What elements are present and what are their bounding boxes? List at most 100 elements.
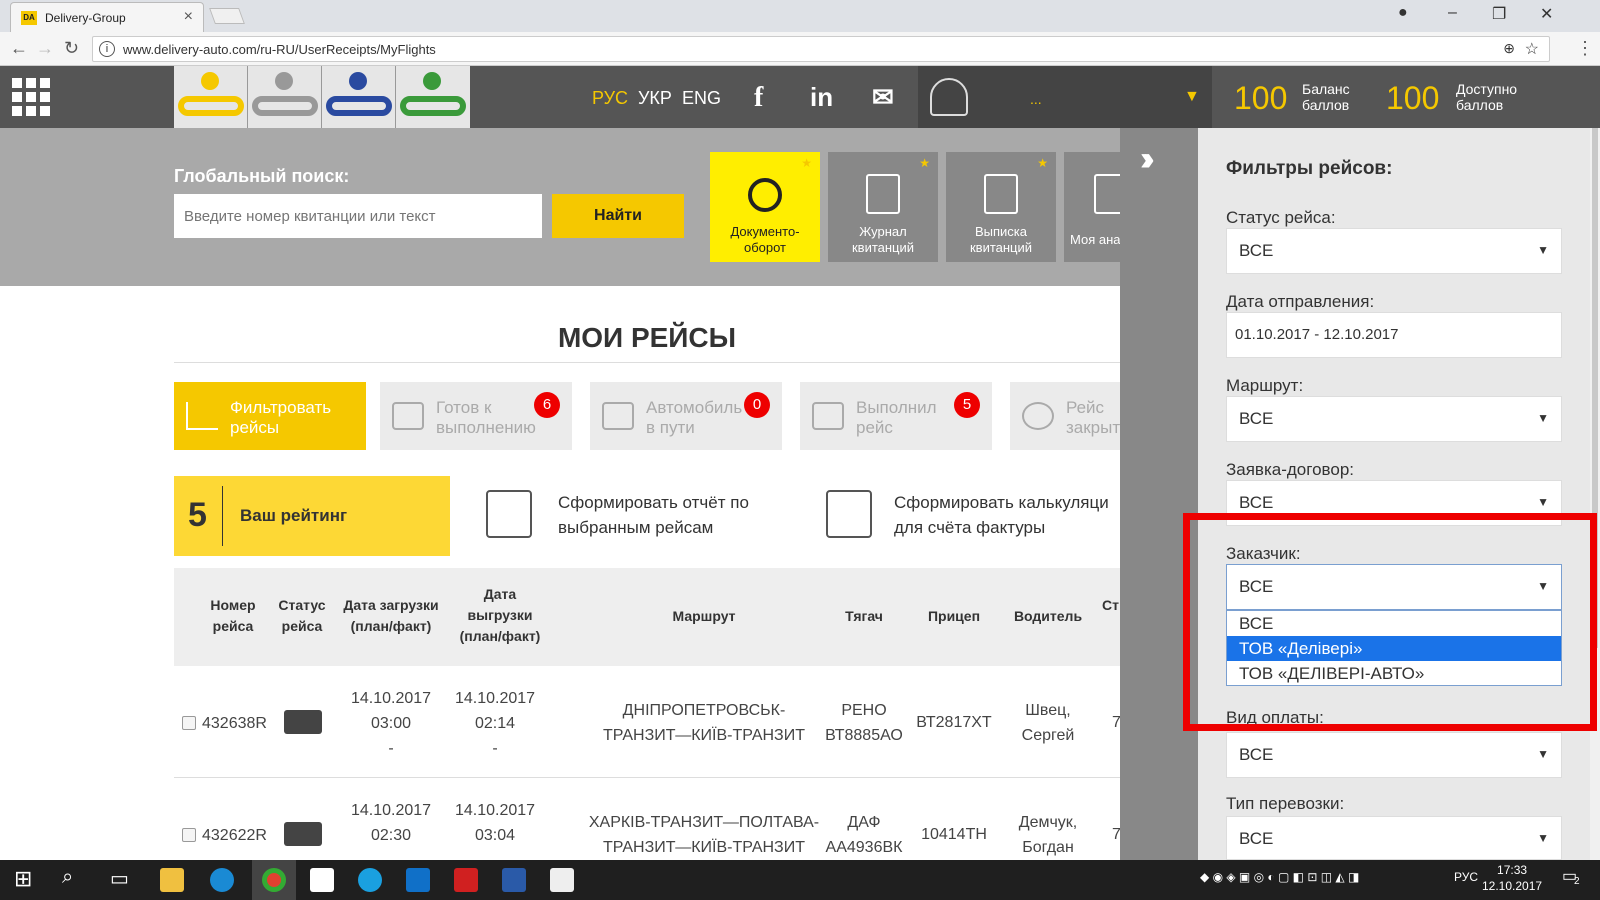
- rating-box: 5 Ваш рейтинг: [174, 476, 450, 556]
- photos-icon[interactable]: [550, 868, 574, 892]
- word-icon[interactable]: [502, 868, 526, 892]
- completed-count-badge: 5: [954, 392, 980, 418]
- clock[interactable]: 17:33 12.10.2017: [1482, 862, 1542, 894]
- chrome-icon[interactable]: [262, 868, 286, 892]
- new-tab-button[interactable]: [209, 8, 245, 24]
- truck-icon: [602, 402, 634, 430]
- mail-app-icon[interactable]: [310, 868, 334, 892]
- filters-title: Фильтры рейсов:: [1226, 158, 1393, 179]
- double-chevron-right-icon[interactable]: ››: [1140, 140, 1154, 179]
- status-in-transit-button[interactable]: Автомобиль в пути 0: [590, 382, 782, 450]
- row-checkbox[interactable]: [182, 716, 196, 730]
- status-completed-button[interactable]: Выполнил рейс 5: [800, 382, 992, 450]
- chevron-down-icon: ▼: [1537, 411, 1549, 425]
- global-search-label: Глобальный поиск:: [174, 166, 350, 186]
- table-header: Номер рейса Статус рейса Дата загрузки (…: [174, 568, 1120, 666]
- reload-icon[interactable]: ↻: [64, 38, 79, 59]
- check-circle-icon: [748, 178, 782, 212]
- apps-grid-icon[interactable]: [12, 78, 50, 116]
- status-closed-button[interactable]: Рейс закрыт: [1010, 382, 1120, 450]
- available-value: 100: [1386, 80, 1440, 116]
- acrobat-icon[interactable]: [454, 868, 478, 892]
- tab-title: Delivery-Group: [45, 11, 126, 25]
- printer-icon[interactable]: [826, 490, 872, 538]
- transport-filter-label: Тип перевозки:: [1226, 794, 1345, 813]
- chevron-down-icon: ▼: [1537, 831, 1549, 845]
- page-title: МОИ РЕЙСЫ: [557, 322, 737, 353]
- tile-receipt-statement[interactable]: ★ Выписка квитанций: [946, 152, 1056, 262]
- annotation-highlight-box: [1183, 513, 1597, 731]
- forklift-status-icon: [284, 710, 322, 734]
- generate-report-link[interactable]: Сформировать отчёт по выбранным рейсам: [558, 490, 788, 540]
- taskbar: [0, 860, 1600, 900]
- lang-en[interactable]: ENG: [682, 88, 721, 109]
- tray-language[interactable]: РУС: [1454, 870, 1478, 884]
- close-window-icon[interactable]: ✕: [1540, 4, 1553, 24]
- rating-value: 5: [188, 496, 207, 534]
- divider: [174, 362, 1120, 363]
- maximize-icon[interactable]: ❐: [1492, 4, 1506, 24]
- back-icon[interactable]: ←: [10, 38, 28, 59]
- facebook-icon[interactable]: f: [754, 82, 763, 114]
- user-avatar-icon[interactable]: [930, 78, 968, 116]
- site-info-icon[interactable]: i: [99, 41, 115, 57]
- minimize-icon[interactable]: –: [1448, 4, 1457, 22]
- analytics-icon: [1094, 174, 1120, 214]
- site-favicon-icon: DA: [21, 11, 37, 25]
- chevron-down-icon: ▼: [1537, 243, 1549, 257]
- forklift-status-icon: [284, 822, 322, 846]
- chrome-menu-icon[interactable]: ⋮: [1576, 38, 1594, 59]
- url-bar[interactable]: i www.delivery-auto.com/ru-RU/UserReceip…: [92, 36, 1550, 62]
- skype-icon[interactable]: [358, 868, 382, 892]
- generate-calculation-link[interactable]: Сформировать калькуляци для счёта фактур…: [894, 490, 1120, 540]
- browser-tab[interactable]: DA Delivery-Group ×: [10, 2, 204, 32]
- chevron-down-icon: ▼: [1537, 747, 1549, 761]
- bookmark-star-icon[interactable]: ☆: [1525, 39, 1539, 59]
- find-button[interactable]: Найти: [552, 194, 684, 238]
- tile-document-flow[interactable]: ★ Документо-оборот: [710, 152, 820, 262]
- tile-my-analytics[interactable]: Моя ана: [1064, 152, 1120, 262]
- check-circle-icon: [1022, 402, 1054, 430]
- status-filter-select[interactable]: ВСЕ ▼: [1226, 228, 1562, 274]
- row-checkbox[interactable]: [182, 828, 196, 842]
- rating-label: Ваш рейтинг: [240, 506, 348, 525]
- table-row[interactable]: 432638R 14.10.2017 03:00- 14.10.2017 02:14…: [174, 666, 1121, 778]
- document-add-icon: [984, 174, 1018, 214]
- zoom-icon[interactable]: ⊕: [1503, 40, 1515, 57]
- mail-icon[interactable]: ✉: [872, 82, 894, 113]
- user-dropdown-icon[interactable]: ▼: [1184, 88, 1200, 106]
- truck-check-icon: [812, 402, 844, 430]
- lang-uk[interactable]: УКР: [638, 88, 672, 109]
- forward-icon[interactable]: →: [36, 38, 54, 59]
- profile-icon[interactable]: ●: [1398, 4, 1408, 22]
- company-logo[interactable]: [174, 66, 470, 128]
- file-explorer-icon[interactable]: [160, 868, 184, 892]
- close-tab-icon[interactable]: ×: [184, 8, 193, 26]
- user-name[interactable]: ...: [1030, 91, 1180, 107]
- report-icon[interactable]: [486, 490, 532, 538]
- search-icon[interactable]: ⌕: [62, 866, 73, 889]
- panel-collapse-strip[interactable]: [1120, 128, 1198, 860]
- status-filter-label: Статус рейса:: [1226, 208, 1336, 227]
- panel-scrollbar[interactable]: [1590, 128, 1600, 860]
- tray-icons[interactable]: ◆ ◉ ◈ ▣ ◎ ◐ ▢ ◧ ⊡ ◫ ◭ ◨: [1200, 870, 1359, 884]
- lang-ru[interactable]: РУС: [592, 88, 628, 109]
- status-ready-button[interactable]: Готов к выполнению 6: [380, 382, 572, 450]
- transport-filter-select[interactable]: ВСЕ ▼: [1226, 816, 1562, 860]
- chevron-down-icon: ▼: [1537, 495, 1549, 509]
- global-search-input[interactable]: [174, 194, 542, 238]
- in-transit-count-badge: 0: [744, 392, 770, 418]
- internet-explorer-icon[interactable]: [210, 868, 234, 892]
- payment-filter-select[interactable]: ВСЕ ▼: [1226, 732, 1562, 778]
- route-filter-label: Маршрут:: [1226, 376, 1304, 395]
- route-filter-select[interactable]: ВСЕ ▼: [1226, 396, 1562, 442]
- filter-flights-button[interactable]: Фильтровать рейсы: [174, 382, 366, 450]
- tile-receipt-journal[interactable]: ★ Журнал квитанций: [828, 152, 938, 262]
- date-range-input[interactable]: 01.10.2017 - 12.10.2017: [1226, 312, 1562, 358]
- linkedin-icon[interactable]: in: [810, 82, 833, 113]
- balance-value: 100: [1234, 80, 1288, 116]
- task-view-icon[interactable]: ▭: [110, 866, 129, 891]
- outlook-icon[interactable]: [406, 868, 430, 892]
- url-text: www.delivery-auto.com/ru-RU/UserReceipts…: [123, 42, 436, 57]
- windows-start-icon[interactable]: ⊞: [14, 866, 32, 892]
